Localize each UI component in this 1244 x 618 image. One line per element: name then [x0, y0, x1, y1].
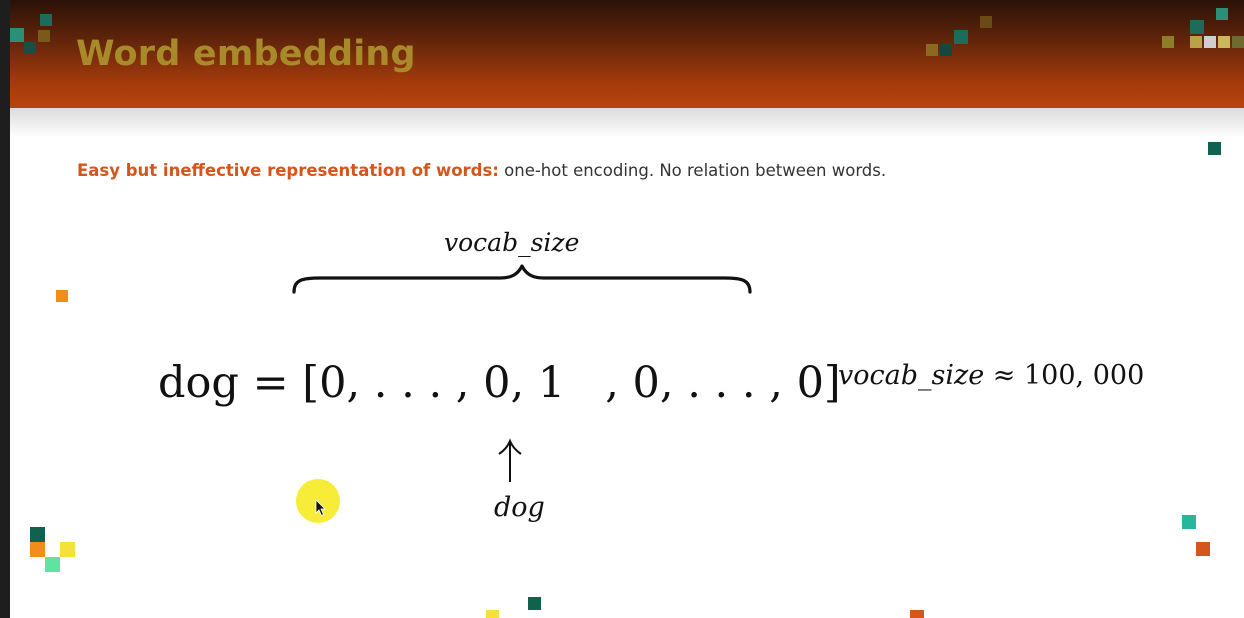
- equation-right: , 0, . . . , 0]: [605, 358, 841, 408]
- header-shadow: [10, 108, 1244, 138]
- one-hot-equation: dog = [0, . . . , 0, 1 , 0, . . . , 0]: [158, 358, 841, 408]
- decor-square: [1190, 36, 1202, 48]
- subtitle-text: one-hot encoding. No relation between wo…: [498, 161, 887, 180]
- decor-square: [1232, 36, 1244, 48]
- vocab-size-approx: vocab_size ≈ 100, 000: [838, 360, 1144, 391]
- decor-square: [24, 42, 36, 54]
- brace-label: vocab_size: [444, 228, 580, 257]
- decor-square: [60, 542, 75, 557]
- mouse-pointer-icon: [315, 499, 326, 517]
- decor-square: [38, 30, 50, 42]
- decor-square: [1204, 36, 1216, 48]
- vocab-size-value: ≈ 100, 000: [984, 360, 1145, 391]
- decor-square: [1196, 542, 1210, 556]
- decor-square: [528, 597, 541, 610]
- slide-subtitle: Easy but ineffective representation of w…: [77, 161, 886, 180]
- decor-square: [1218, 36, 1230, 48]
- decor-square: [486, 610, 499, 618]
- decor-square: [40, 14, 52, 26]
- decor-square: [954, 30, 968, 44]
- decor-square: [1208, 142, 1221, 155]
- slide-title: Word embedding: [76, 34, 416, 74]
- equation-left: dog = [0, . . . , 0, 1: [158, 358, 566, 408]
- decor-square: [1182, 515, 1196, 529]
- slide-header: Word embedding: [10, 0, 1244, 108]
- decor-square: [45, 557, 60, 572]
- decor-square: [926, 44, 938, 56]
- decor-square: [1190, 20, 1204, 34]
- decor-square: [30, 527, 45, 542]
- decor-square: [1216, 8, 1228, 20]
- decor-square: [980, 16, 992, 28]
- decor-square: [1162, 36, 1174, 48]
- decor-square: [910, 610, 924, 618]
- slide: Word embedding Easy but ineffective repr…: [10, 0, 1244, 618]
- horizontal-brace-icon: [292, 264, 752, 294]
- decor-square: [56, 290, 68, 302]
- decor-square: [10, 28, 24, 42]
- subtitle-highlight: Easy but ineffective representation of w…: [77, 161, 499, 180]
- decor-square: [940, 44, 952, 56]
- up-arrow-icon: [498, 438, 522, 482]
- arrow-label: dog: [494, 492, 545, 523]
- decor-square: [30, 542, 45, 557]
- vocab-size-var: vocab_size: [838, 360, 985, 391]
